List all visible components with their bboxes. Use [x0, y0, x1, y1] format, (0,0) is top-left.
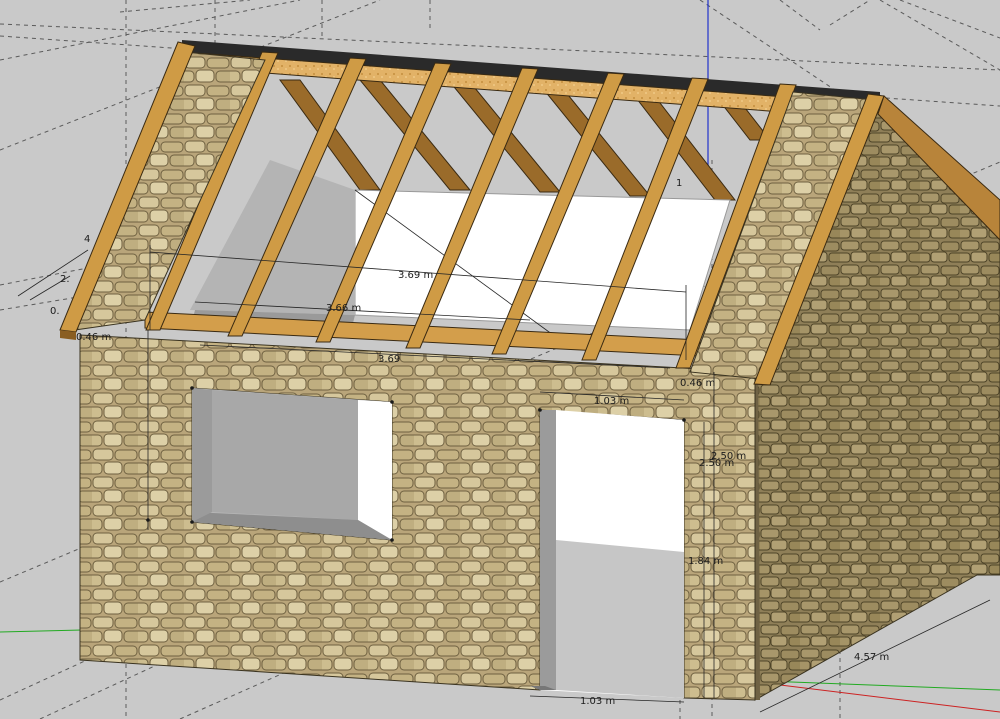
- dim-clip-left-1: 4: [84, 234, 90, 245]
- dim-side-depth: 4.57 m: [854, 652, 889, 663]
- dim-door-width-top: 1.03 m: [594, 396, 629, 407]
- modeling-viewport[interactable]: 3.69 m 3.66 m 3.69 0.46 m 0.46 m 1.03 m …: [0, 0, 1000, 719]
- window-opening[interactable]: [192, 388, 392, 540]
- dim-door-width-bottom: 1.03 m: [580, 696, 615, 707]
- dim-door-height: 1.84 m: [688, 556, 723, 567]
- dim-clip-ridge: 1: [676, 178, 682, 189]
- dim-inner-span: 3.66 m: [326, 303, 361, 314]
- dim-eave-right: 0.46 m: [680, 378, 715, 389]
- dim-eave-left: 0.46 m: [76, 332, 111, 343]
- dim-top-span: 3.69 m: [398, 270, 433, 281]
- dim-clip-left-2: 2.: [60, 274, 70, 285]
- dim-clip-left-3: 0.: [50, 306, 60, 317]
- dim-front-span: 3.69: [378, 354, 400, 365]
- door-opening[interactable]: [530, 410, 684, 698]
- dim-wall-height-inner: 2.50 m: [699, 458, 734, 469]
